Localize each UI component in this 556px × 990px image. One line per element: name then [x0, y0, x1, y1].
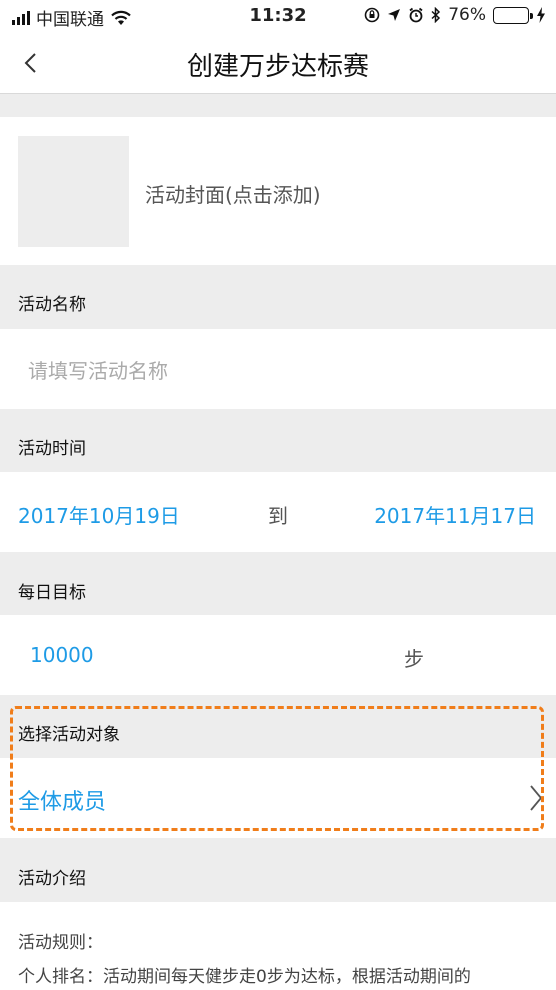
rules-text: 个人排名：活动期间每天健步走0步为达标，根据活动期间的: [18, 967, 471, 987]
daily-goal-row: 10000 步: [0, 615, 556, 695]
target-row[interactable]: 全体成员: [0, 758, 556, 838]
status-right: 76%: [364, 5, 546, 25]
intro-label: 活动介绍: [18, 869, 86, 889]
daily-goal-input[interactable]: 10000: [30, 643, 94, 667]
battery-icon: [493, 6, 533, 24]
activity-name-input[interactable]: 请填写活动名称: [28, 355, 168, 384]
cover-image-placeholder[interactable]: [18, 136, 129, 247]
rules-section[interactable]: 活动规则： 个人排名：活动期间每天健步走0步为达标，根据活动期间的: [0, 902, 556, 990]
cover-section[interactable]: 活动封面(点击添加): [0, 117, 556, 265]
rules-title: 活动规则：: [18, 933, 103, 953]
activity-time-label: 活动时间: [18, 439, 86, 459]
date-separator: 到: [268, 504, 288, 528]
end-date-picker[interactable]: 2017年11月17日: [374, 500, 536, 529]
chevron-right-icon[interactable]: [528, 783, 544, 813]
nav-bar: 创建万步达标赛: [0, 32, 556, 94]
target-label: 选择活动对象: [18, 725, 120, 745]
charging-icon: [537, 7, 545, 23]
daily-goal-label: 每日目标: [18, 583, 86, 603]
status-bar: 中国联通 11:32 76%: [0, 0, 556, 32]
activity-name-field[interactable]: 请填写活动名称: [0, 329, 556, 409]
cover-label[interactable]: 活动封面(点击添加): [145, 179, 321, 208]
start-date-picker[interactable]: 2017年10月19日: [18, 500, 180, 529]
target-value[interactable]: 全体成员: [18, 784, 106, 816]
bluetooth-icon: [431, 7, 441, 23]
activity-time-row: 2017年10月19日 到 2017年11月17日: [0, 472, 556, 552]
location-icon: [388, 9, 401, 21]
battery-percent: 76%: [448, 5, 486, 25]
rotation-lock-icon: [364, 7, 380, 23]
page-title: 创建万步达标赛: [186, 52, 369, 82]
activity-name-label: 活动名称: [18, 295, 86, 315]
daily-goal-unit: 步: [404, 647, 424, 671]
alarm-icon: [409, 7, 423, 23]
